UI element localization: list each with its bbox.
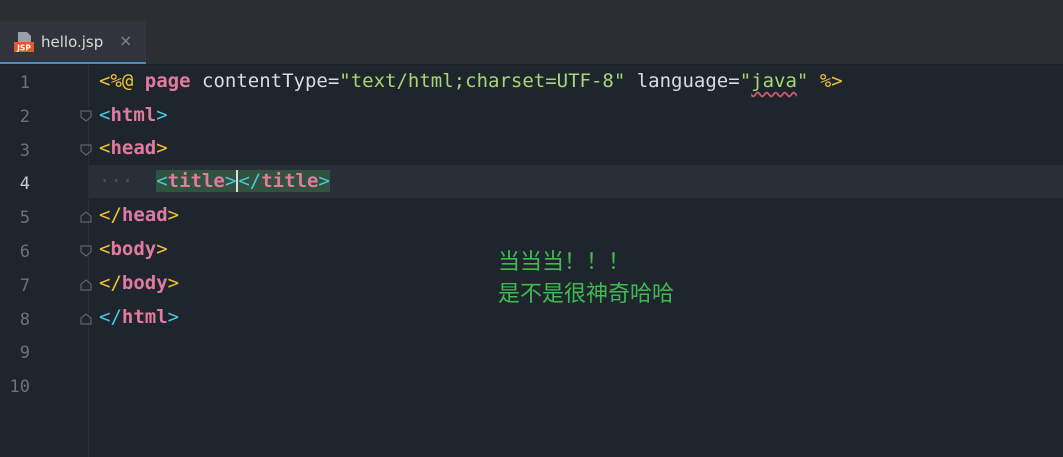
directive-keyword: page xyxy=(144,70,191,92)
tag-bracket: < xyxy=(99,104,111,126)
line-number-gutter: 1 2 3 4 5 6 7 8 9 10 xyxy=(0,65,92,457)
line-number: 9 xyxy=(19,343,30,363)
editor-tab-bar: JSP hello.jsp × xyxy=(0,21,1063,65)
annotation-line-1: 当当当！！！ xyxy=(498,250,631,275)
tag-bracket: > xyxy=(156,238,168,260)
jsp-close-delimiter: %> xyxy=(819,70,843,92)
title-open-tag: title xyxy=(167,170,225,192)
body-tag: body xyxy=(110,238,157,260)
tab-hello-jsp[interactable]: JSP hello.jsp × xyxy=(0,21,146,64)
tag-bracket: </ xyxy=(99,204,122,226)
head-close-tag: head xyxy=(121,204,168,226)
attribute-value-typo: java xyxy=(751,70,797,92)
line-number-current: 4 xyxy=(19,174,30,194)
code-line-4-current: ··· <title> </title> xyxy=(89,165,1063,198)
tag-bracket: < xyxy=(156,170,168,192)
attribute-name: language xyxy=(636,70,729,92)
text-caret xyxy=(236,169,239,192)
line-number: 3 xyxy=(19,141,30,161)
tag-bracket: > xyxy=(167,306,180,328)
code-line-5: </head> xyxy=(89,199,1063,232)
line-number: 8 xyxy=(19,310,30,330)
jsp-file-icon: JSP xyxy=(14,32,34,53)
tag-bracket: > xyxy=(224,170,237,192)
html-close-tag: html xyxy=(121,306,168,328)
line-number: 5 xyxy=(19,208,30,228)
tag-bracket: </ xyxy=(238,170,262,192)
tag-bracket: > xyxy=(167,272,180,294)
line-number: 7 xyxy=(19,276,30,296)
line-number: 2 xyxy=(19,107,30,127)
indent-whitespace: ··· xyxy=(99,170,134,192)
close-icon[interactable]: × xyxy=(119,31,132,50)
jsp-open-delimiter: <%@ xyxy=(99,70,134,92)
title-close-tag: title xyxy=(261,170,319,192)
matched-tag-highlight: <title> </title> xyxy=(156,169,330,192)
line-number: 10 xyxy=(9,377,30,397)
tag-bracket: > xyxy=(156,137,168,159)
attribute-name: contentType xyxy=(202,70,328,92)
quote: " xyxy=(796,70,809,92)
equals-sign: = xyxy=(728,70,740,92)
tag-bracket: < xyxy=(99,238,111,260)
code-line-3: <head> xyxy=(89,132,1063,165)
code-line-2: <html> xyxy=(89,99,1063,132)
overlay-annotation: 当当当！！！ 是不是很神奇哈哈 xyxy=(498,247,674,311)
annotation-line-2: 是不是很神奇哈哈 xyxy=(498,282,675,307)
line-number: 6 xyxy=(19,242,30,262)
code-line-1: <%@ page contentType="text/html;charset=… xyxy=(89,65,1063,98)
jsp-icon-text: JSP xyxy=(16,44,31,53)
html-tag: html xyxy=(110,104,157,126)
attribute-value: "text/html;charset=UTF-8" xyxy=(339,70,626,92)
tag-bracket: > xyxy=(318,170,330,192)
tag-bracket: < xyxy=(99,137,111,159)
line-number: 1 xyxy=(19,73,30,93)
equals-sign: = xyxy=(327,70,340,92)
quote: " xyxy=(739,70,752,92)
title-bar xyxy=(0,0,1063,21)
head-tag: head xyxy=(110,137,157,159)
tag-bracket: > xyxy=(167,204,180,226)
tab-label: hello.jsp xyxy=(41,33,104,51)
tag-bracket: </ xyxy=(99,306,122,328)
tag-bracket: > xyxy=(156,104,168,126)
body-close-tag: body xyxy=(121,272,168,294)
tag-bracket: </ xyxy=(99,272,122,294)
